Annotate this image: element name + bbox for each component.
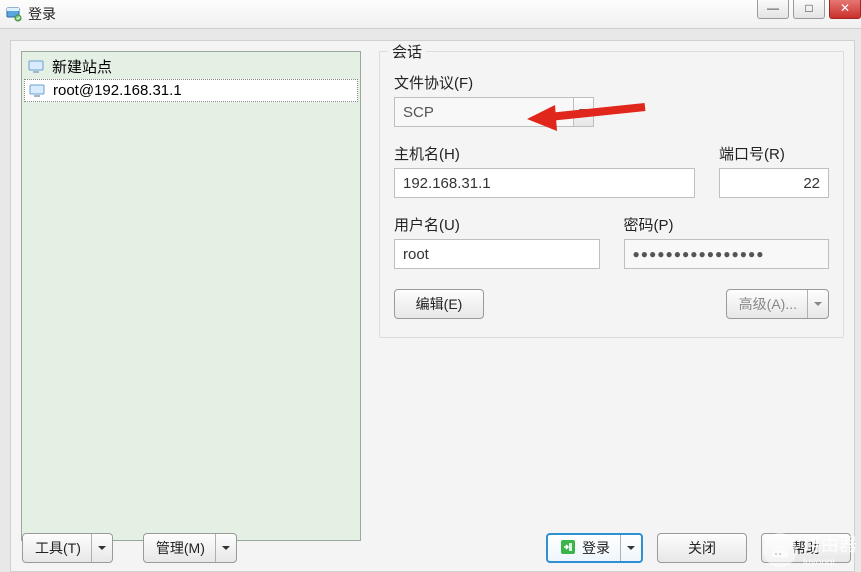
close-dialog-button[interactable]: 关闭: [657, 533, 747, 563]
protocol-label: 文件协议(F): [394, 72, 594, 93]
port-label: 端口号(R): [719, 143, 829, 164]
chevron-down-icon[interactable]: [215, 534, 236, 562]
session-group: 会话 文件协议(F) SCP 主机名(H): [379, 51, 844, 338]
chevron-down-icon[interactable]: [807, 290, 828, 318]
titlebar: 登录 — □ ✕: [0, 0, 861, 29]
edit-button[interactable]: 编辑(E): [394, 289, 484, 319]
manage-button[interactable]: 管理(M): [143, 533, 237, 563]
username-input[interactable]: [394, 239, 600, 269]
monitor-icon: [28, 60, 46, 74]
host-input[interactable]: [394, 168, 695, 198]
chevron-down-icon[interactable]: [573, 97, 594, 127]
site-list[interactable]: 新建站点 root@192.168.31.1: [21, 51, 361, 541]
advanced-button[interactable]: 高级(A)...: [726, 289, 829, 319]
minimize-button[interactable]: —: [757, 0, 789, 19]
protocol-value: SCP: [394, 97, 573, 127]
chevron-down-icon[interactable]: [91, 534, 112, 562]
session-group-label: 会话: [388, 41, 426, 62]
dialog-body: 新建站点 root@192.168.31.1 会话 文件协议(F) SCP: [10, 40, 855, 572]
protocol-select[interactable]: SCP: [394, 97, 594, 127]
app-icon: [6, 6, 22, 22]
monitor-icon: [29, 84, 47, 98]
tools-button[interactable]: 工具(T): [22, 533, 113, 563]
site-item-label: 新建站点: [52, 56, 112, 77]
session-pane: 会话 文件协议(F) SCP 主机名(H): [379, 51, 844, 541]
site-item-label: root@192.168.31.1: [53, 82, 182, 99]
login-icon: [560, 539, 576, 558]
password-label: 密码(P): [624, 214, 830, 235]
window-controls: — □ ✕: [757, 0, 861, 19]
site-item-new[interactable]: 新建站点: [24, 54, 358, 79]
chevron-down-icon[interactable]: [620, 535, 641, 561]
host-label: 主机名(H): [394, 143, 695, 164]
window-title: 登录: [28, 4, 56, 24]
maximize-button[interactable]: □: [793, 0, 825, 19]
bottom-bar: 工具(T) 管理(M) 登录 关闭: [10, 527, 855, 572]
password-input[interactable]: ●●●●●●●●●●●●●●●●: [624, 239, 830, 269]
login-button[interactable]: 登录: [546, 533, 643, 563]
help-button[interactable]: 帮助: [761, 533, 851, 563]
port-input[interactable]: [719, 168, 829, 198]
close-button[interactable]: ✕: [829, 0, 861, 19]
site-item-saved[interactable]: root@192.168.31.1: [24, 79, 358, 102]
username-label: 用户名(U): [394, 214, 600, 235]
